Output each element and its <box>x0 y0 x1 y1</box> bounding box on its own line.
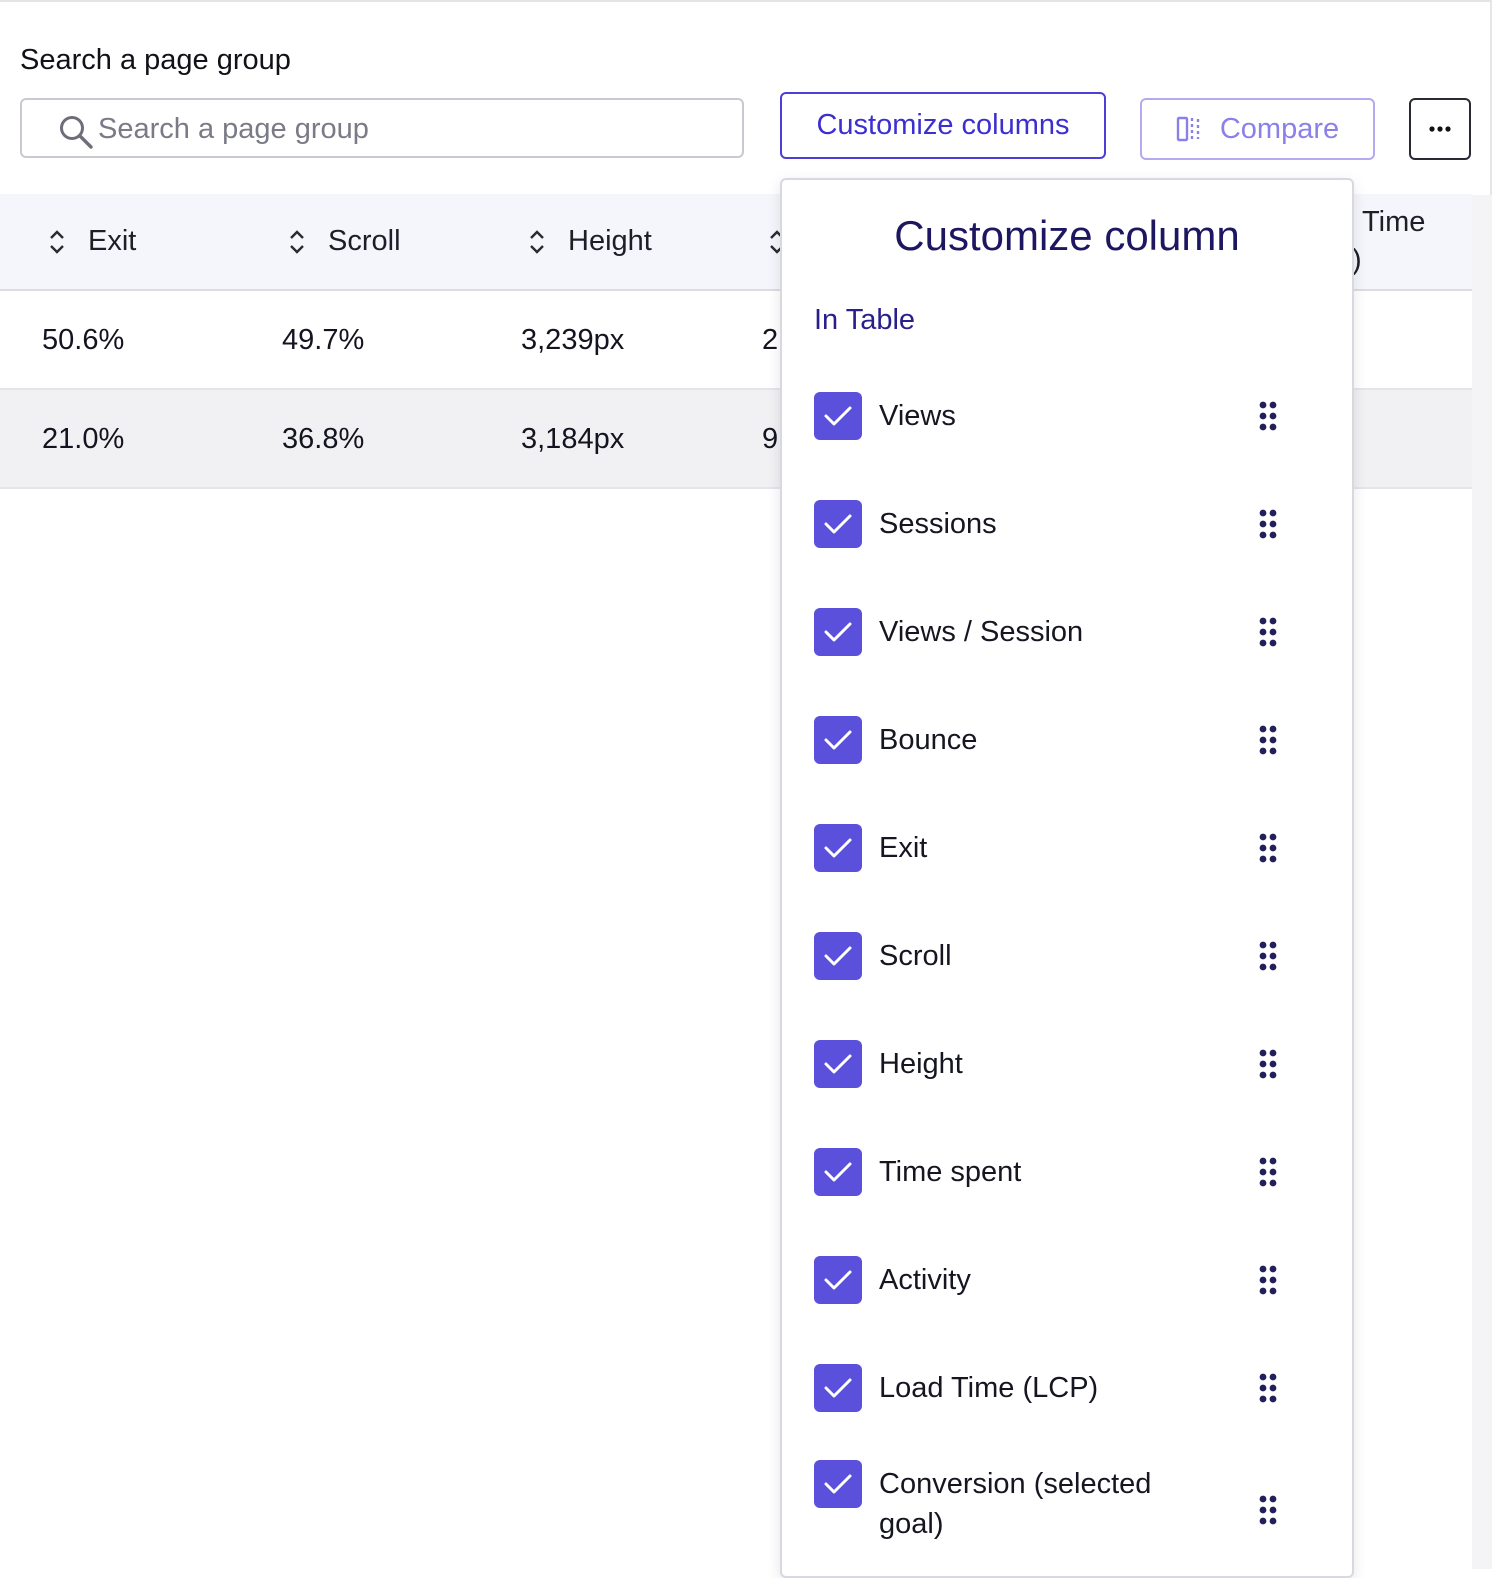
compare-icon <box>1176 116 1200 142</box>
column-checkbox[interactable] <box>814 824 862 872</box>
cell-exit: 50.6% <box>42 324 125 356</box>
column-option[interactable]: Sessions <box>814 496 1294 552</box>
column-option-label: Views <box>879 400 956 432</box>
column-header-height[interactable]: Height <box>526 194 652 289</box>
sort-icon <box>290 229 304 254</box>
drag-handle-icon[interactable] <box>1256 1494 1280 1526</box>
compare-button[interactable]: Compare <box>1140 98 1375 160</box>
search-input[interactable] <box>98 108 718 150</box>
check-icon <box>824 406 852 426</box>
drag-handle-icon[interactable] <box>1256 1264 1280 1296</box>
drag-handle-icon[interactable] <box>1256 1372 1280 1404</box>
column-option-label: Bounce <box>879 724 978 756</box>
column-option-label: Height <box>879 1048 963 1080</box>
check-icon <box>824 946 852 966</box>
column-checkbox[interactable] <box>814 1256 862 1304</box>
sort-icon <box>50 229 64 254</box>
cell-height: 3,239px <box>521 324 625 356</box>
column-checkbox[interactable] <box>814 608 862 656</box>
column-header-time[interactable]: Time <box>1362 206 1425 239</box>
drag-handle-icon[interactable] <box>1256 400 1280 432</box>
column-option[interactable]: Load Time (LCP) <box>814 1360 1294 1416</box>
cell-scroll: 36.8% <box>282 423 365 455</box>
column-option-label: Sessions <box>879 508 997 540</box>
column-checkbox[interactable] <box>814 932 862 980</box>
check-icon <box>824 730 852 750</box>
column-checkbox[interactable] <box>814 500 862 548</box>
check-icon <box>824 1474 852 1494</box>
more-options-button[interactable] <box>1409 98 1471 160</box>
customize-columns-button[interactable]: Customize columns <box>780 92 1106 159</box>
check-icon <box>824 514 852 534</box>
column-option-label: Exit <box>879 832 928 864</box>
drag-handle-icon[interactable] <box>1256 724 1280 756</box>
drag-handle-icon[interactable] <box>1256 508 1280 540</box>
column-option[interactable]: Scroll <box>814 928 1294 984</box>
search-box[interactable] <box>20 98 744 158</box>
column-header-exit[interactable]: Exit <box>46 194 136 289</box>
column-option-label: Views / Session <box>879 616 1084 648</box>
cell-scroll: 49.7% <box>282 324 365 356</box>
column-option[interactable]: Views <box>814 388 1294 444</box>
customize-column-panel: Customize column In Table Views Sessions V… <box>780 178 1354 1578</box>
column-header-label: Scroll <box>328 225 401 257</box>
column-option[interactable]: Conversion (selected goal) <box>814 1456 1294 1540</box>
table-scroll-area[interactable] <box>1472 195 1492 1569</box>
column-checkbox[interactable] <box>814 1460 862 1508</box>
column-option-label: Conversion (selected goal) <box>879 1468 1152 1540</box>
column-option[interactable]: Bounce <box>814 712 1294 768</box>
drag-handle-icon[interactable] <box>1256 940 1280 972</box>
drag-handle-icon[interactable] <box>1256 616 1280 648</box>
check-icon <box>824 622 852 642</box>
check-icon <box>824 1378 852 1398</box>
column-option-label: Activity <box>879 1264 971 1296</box>
column-option[interactable]: Views / Session <box>814 604 1294 660</box>
sort-icon <box>530 229 544 254</box>
compare-label: Compare <box>1219 112 1340 145</box>
column-checkbox[interactable] <box>814 1364 862 1412</box>
column-option-label: Load Time (LCP) <box>879 1372 1099 1404</box>
check-icon <box>824 1270 852 1290</box>
search-label: Search a page group <box>20 44 291 76</box>
column-option[interactable]: Exit <box>814 820 1294 876</box>
cell-partial: 2 <box>762 324 779 356</box>
column-checkbox[interactable] <box>814 1148 862 1196</box>
search-icon <box>60 116 93 149</box>
column-header-label: Exit <box>88 225 137 257</box>
column-checkbox[interactable] <box>814 1040 862 1088</box>
cell-partial: 9 <box>762 423 779 455</box>
panel-title: Customize column <box>894 212 1240 259</box>
drag-handle-icon[interactable] <box>1256 1048 1280 1080</box>
check-icon <box>824 1162 852 1182</box>
drag-handle-icon[interactable] <box>1256 1156 1280 1188</box>
column-checkbox[interactable] <box>814 392 862 440</box>
check-icon <box>824 1054 852 1074</box>
section-label-in-table: In Table <box>814 304 916 336</box>
cell-exit: 21.0% <box>42 423 125 455</box>
column-header-label: Height <box>568 225 652 257</box>
column-option[interactable]: Height <box>814 1036 1294 1092</box>
column-option-label: Time spent <box>879 1156 1022 1188</box>
customize-columns-label: Customize columns <box>816 109 1070 141</box>
column-option-label: Scroll <box>879 940 952 972</box>
column-option[interactable]: Time spent <box>814 1144 1294 1200</box>
column-option[interactable]: Activity <box>814 1252 1294 1308</box>
check-icon <box>824 838 852 858</box>
column-header-scroll[interactable]: Scroll <box>286 194 401 289</box>
column-checkbox[interactable] <box>814 716 862 764</box>
drag-handle-icon[interactable] <box>1256 832 1280 864</box>
top-divider <box>0 0 1490 2</box>
cell-height: 3,184px <box>521 423 625 455</box>
more-icon <box>1429 126 1451 132</box>
